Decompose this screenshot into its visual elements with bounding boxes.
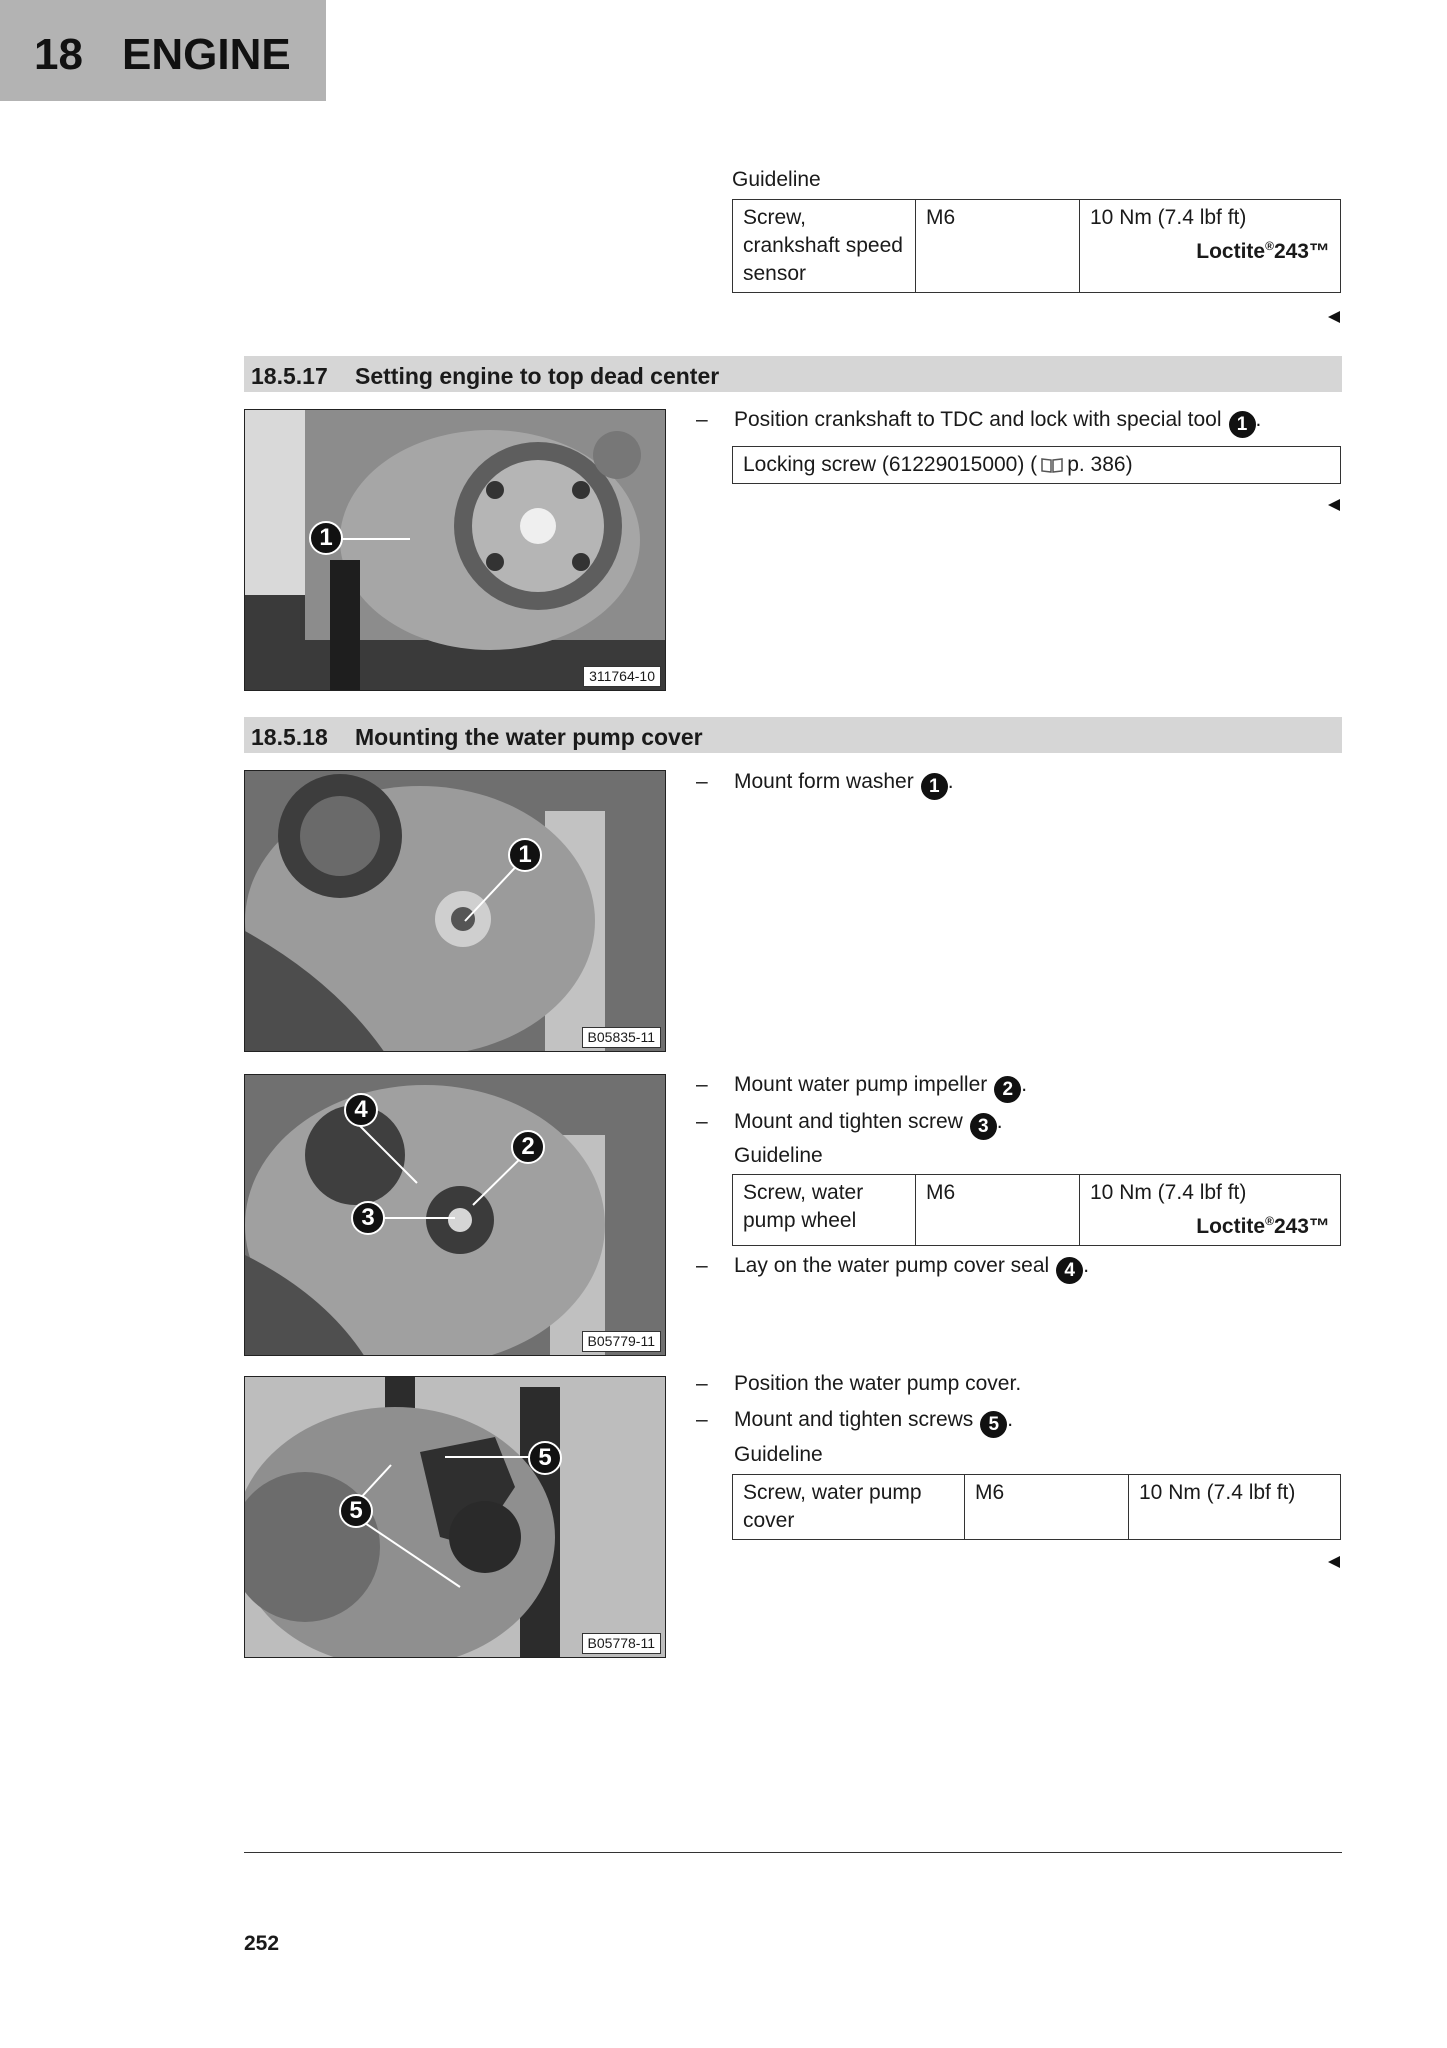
engine-photo-pump-cover: 5 5 B05778-11 [244,1376,666,1658]
section-number: 18.5.17 [251,363,328,389]
step-text: Mount and tighten screws [734,1408,974,1431]
step-dash: – [696,1110,708,1133]
step-tighten-screws: Mount and tighten screws 5. [734,1406,1013,1438]
table-torque-cell: 10 Nm (7.4 lbf ft) Loctite®243™ [1079,200,1340,292]
page-reference: p. 386) [1067,453,1133,476]
step-badge: 4 [1056,1257,1084,1284]
torque-table-speed-sensor: Screw, crankshaft speed sensor M6 10 Nm … [732,199,1341,293]
special-tool-box: Locking screw (61229015000) ( p. 386) [732,446,1341,484]
torque-value: 10 Nm (7.4 lbf ft) [1090,206,1247,229]
table-item-cell: Screw, crankshaft speed sensor [743,206,903,285]
end-of-section-icon [1328,311,1340,323]
photo-code: 311764-10 [583,666,661,687]
engine-photo-form-washer: 1 B05835-11 [244,770,666,1052]
step-text: Position crankshaft to TDC and lock with… [734,408,1222,431]
callout-1: 1 [508,838,542,872]
step-cover-seal: Lay on the water pump cover seal 4. [734,1252,1089,1284]
step-tighten-screw: Mount and tighten screw 3. [734,1108,1003,1140]
engine-photo-tdc: 1 311764-10 [244,409,666,691]
callout-1: 1 [309,521,343,555]
step-text: Lay on the water pump cover seal [734,1254,1050,1277]
step-text: Mount and tighten screw [734,1110,963,1133]
step-tdc: Position crankshaft to TDC and lock with… [734,406,1261,438]
guideline-label: Guideline [732,168,821,191]
step-form-washer: Mount form washer 1. [734,768,954,800]
callout-5: 5 [528,1441,562,1475]
section-title: Mounting the water pump cover [355,724,703,750]
step-badge: 5 [980,1411,1008,1438]
step-badge: 2 [994,1076,1022,1103]
step-badge: 3 [969,1113,997,1140]
section-title: Setting engine to top dead center [355,363,720,389]
torque-table-cover: Screw, water pump cover M6 10 Nm (7.4 lb… [732,1474,1341,1540]
photo-code: B05778-11 [581,1633,661,1654]
chapter-header: 18 ENGINE [0,0,326,101]
callout-4: 4 [344,1093,378,1127]
loctite-label: Loctite®243™ [1196,239,1330,263]
step-dash: – [696,1372,708,1395]
step-dash: – [696,408,708,431]
photo-code: B05779-11 [581,1331,661,1352]
photo-code: B05835-11 [581,1027,661,1048]
table-thread-cell: M6 [915,1175,1079,1245]
step-text: Mount form washer [734,770,914,793]
guideline-label: Guideline [734,1144,823,1167]
table-torque-cell: 10 Nm (7.4 lbf ft) Loctite®243™ [1079,1175,1340,1245]
footer-divider [244,1852,1342,1853]
table-thread-cell: M6 [915,200,1079,292]
step-badge: 1 [920,773,948,800]
chapter-number: 18 [34,30,83,79]
torque-value: 10 Nm (7.4 lbf ft) [1090,1181,1247,1204]
step-dash: – [696,770,708,793]
callout-3: 3 [351,1201,385,1235]
table-item-cell: Screw, water pump cover [743,1481,922,1532]
section-number: 18.5.18 [251,724,328,750]
end-of-section-icon [1328,1556,1340,1568]
step-dash: – [696,1254,708,1277]
page-number: 252 [244,1932,280,1955]
section-heading-water-pump: 18.5.18 Mounting the water pump cover [244,717,1342,753]
callout-2: 2 [511,1130,545,1164]
table-thread-cell: M6 [964,1475,1128,1539]
step-impeller: Mount water pump impeller 2. [734,1071,1027,1103]
table-torque-cell: 10 Nm (7.4 lbf ft) [1128,1475,1340,1539]
section-heading-tdc: 18.5.17 Setting engine to top dead cente… [244,356,1342,392]
engine-photo-impeller: 4 2 3 B05779-11 [244,1074,666,1356]
step-badge: 1 [1228,411,1256,438]
torque-table-impeller: Screw, water pump wheel M6 10 Nm (7.4 lb… [732,1174,1341,1246]
step-text: Mount water pump impeller [734,1073,988,1096]
guideline-label: Guideline [734,1443,823,1466]
step-position-cover: Position the water pump cover. [734,1372,1022,1395]
book-icon [1041,458,1063,473]
special-tool-name: Locking screw (61229015000) ( [743,453,1038,476]
step-dash: – [696,1408,708,1431]
end-of-section-icon [1328,499,1340,511]
chapter-title: ENGINE [122,30,291,79]
table-item-cell: Screw, water pump wheel [743,1181,864,1232]
step-dash: – [696,1073,708,1096]
loctite-label: Loctite®243™ [1196,1214,1330,1238]
callout-5: 5 [339,1494,373,1528]
